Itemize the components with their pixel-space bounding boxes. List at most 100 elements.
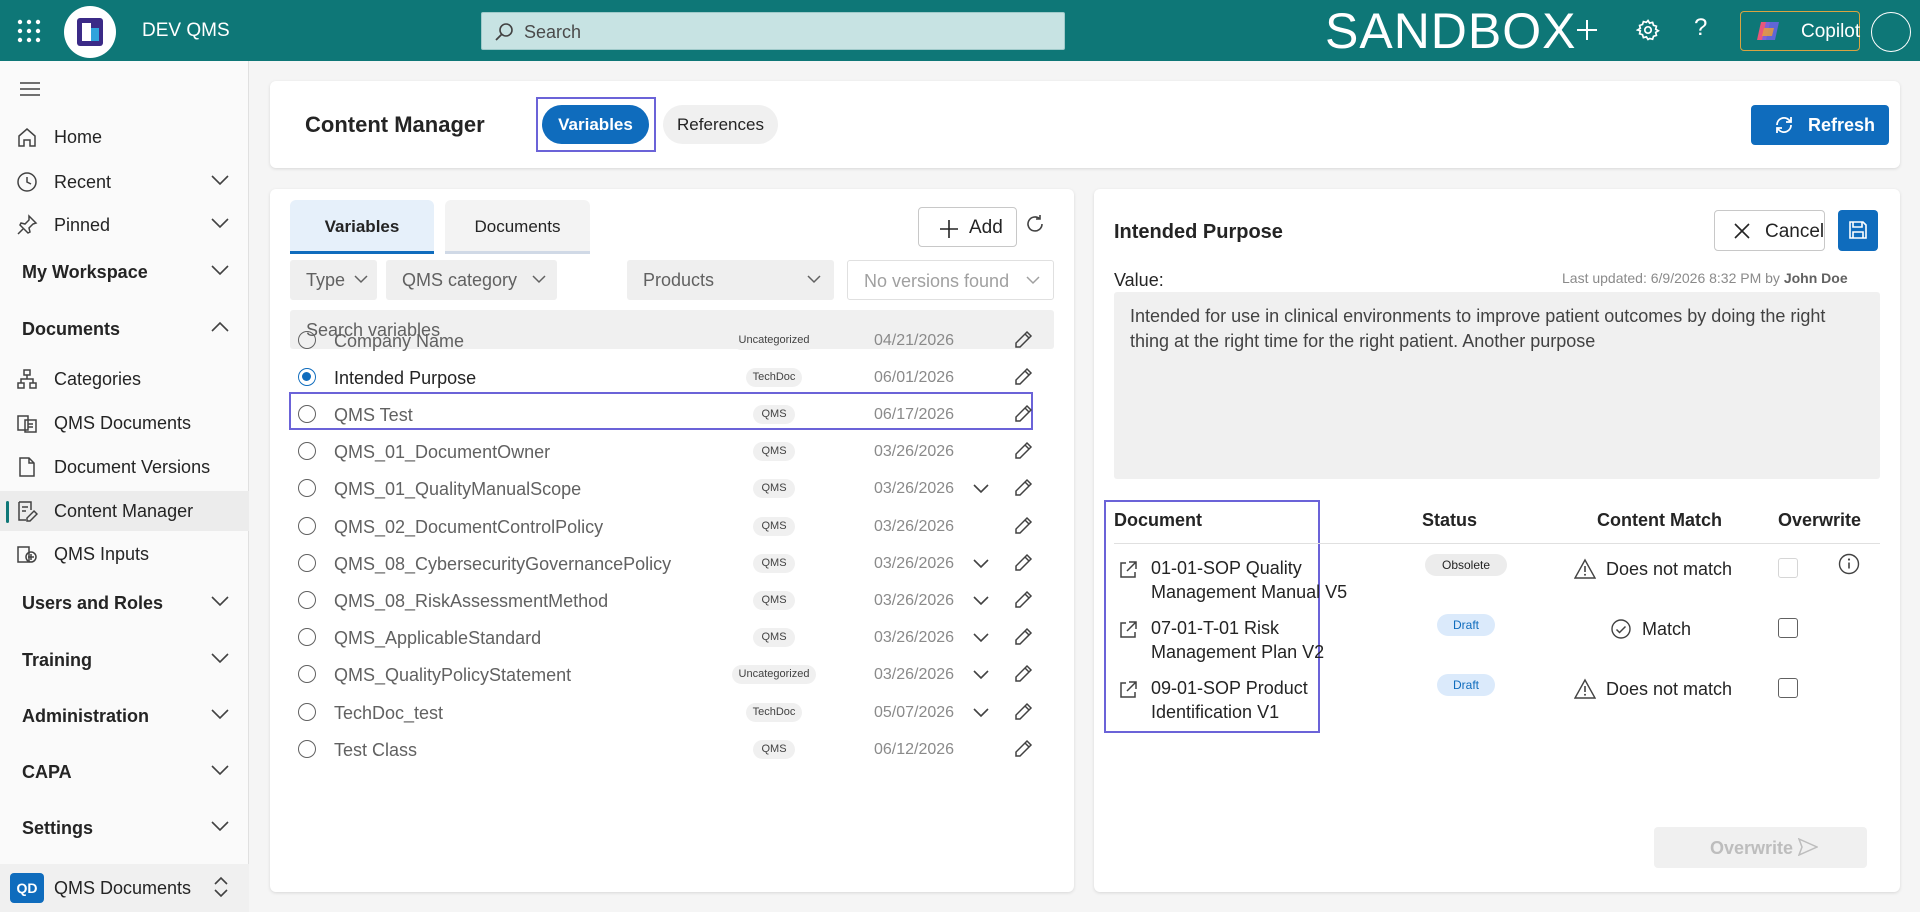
chevron-down-icon[interactable] bbox=[973, 631, 989, 643]
tab-references[interactable]: References bbox=[663, 105, 778, 144]
table-row[interactable]: Test Class QMS 06/12/2026 bbox=[290, 731, 1050, 768]
sidebar-item-qms-documents[interactable]: QMS Documents bbox=[0, 403, 249, 443]
row-radio[interactable] bbox=[298, 442, 316, 460]
table-row[interactable]: QMS_08_CybersecurityGovernancePolicy QMS 0… bbox=[290, 545, 1050, 582]
save-button[interactable] bbox=[1838, 210, 1878, 251]
chevron-down-icon[interactable] bbox=[973, 594, 989, 606]
chevron-down-icon[interactable] bbox=[973, 668, 989, 680]
chevron-down-icon[interactable] bbox=[973, 557, 989, 569]
sidebar-section-training[interactable]: Training bbox=[0, 640, 249, 680]
hamburger-menu-icon[interactable] bbox=[20, 81, 42, 97]
row-radio[interactable] bbox=[298, 479, 316, 497]
warning-icon bbox=[1574, 678, 1596, 699]
reload-icon[interactable] bbox=[1024, 213, 1046, 235]
versions-filter[interactable]: No versions found bbox=[847, 260, 1054, 300]
edit-icon[interactable] bbox=[1013, 478, 1033, 498]
row-radio[interactable] bbox=[298, 665, 316, 683]
sidebar-section-capa[interactable]: CAPA bbox=[0, 752, 249, 792]
open-link-icon[interactable] bbox=[1118, 620, 1138, 640]
tab-variables-list[interactable]: Variables bbox=[290, 200, 434, 254]
chevron-down-icon[interactable] bbox=[973, 706, 989, 718]
edit-icon[interactable] bbox=[1013, 664, 1033, 684]
edit-icon[interactable] bbox=[1013, 367, 1033, 387]
table-row[interactable]: QMS_ApplicableStandard QMS 03/26/2026 bbox=[290, 619, 1050, 656]
value-textarea[interactable]: Intended for use in clinical environment… bbox=[1114, 292, 1880, 479]
document-link[interactable]: 09-01-SOP Product Identification V1 bbox=[1151, 676, 1308, 724]
overwrite-checkbox[interactable] bbox=[1778, 558, 1798, 578]
table-row[interactable]: Intended Purpose TechDoc 06/01/2026 bbox=[290, 359, 1050, 396]
table-row[interactable]: Company Name Uncategorized 04/21/2026 bbox=[290, 322, 1050, 359]
row-radio[interactable] bbox=[298, 703, 316, 721]
edit-icon[interactable] bbox=[1013, 330, 1033, 350]
avatar[interactable] bbox=[1871, 12, 1911, 52]
app-logo[interactable] bbox=[64, 6, 116, 58]
table-row[interactable]: TechDoc_test TechDoc 05/07/2026 bbox=[290, 694, 1050, 731]
edit-icon[interactable] bbox=[1013, 702, 1033, 722]
row-radio[interactable] bbox=[298, 368, 316, 386]
sidebar-section-my-workspace[interactable]: My Workspace bbox=[0, 252, 249, 292]
open-link-icon[interactable] bbox=[1118, 680, 1138, 700]
sidebar-section-documents[interactable]: Documents bbox=[0, 309, 249, 349]
app-launcher-icon[interactable] bbox=[16, 18, 42, 44]
sidebar-item-categories[interactable]: Categories bbox=[0, 359, 249, 399]
sidebar-section-settings[interactable]: Settings bbox=[0, 808, 249, 848]
workspace-switcher[interactable]: QD QMS Documents bbox=[0, 864, 249, 912]
qms-category-filter[interactable]: QMS category bbox=[386, 260, 557, 300]
table-row[interactable]: QMS_01_DocumentOwner QMS 03/26/2026 bbox=[290, 433, 1050, 470]
document-link[interactable]: 01-01-SOP Quality Management Manual V5 bbox=[1151, 556, 1347, 604]
table-row[interactable]: QMS_01_QualityManualScope QMS 03/26/2026 bbox=[290, 470, 1050, 507]
sidebar-item-home[interactable]: Home bbox=[0, 117, 249, 157]
cancel-button[interactable]: Cancel bbox=[1714, 210, 1825, 251]
refresh-button[interactable]: Refresh bbox=[1751, 105, 1889, 145]
table-row[interactable]: QMS_QualityPolicyStatement Uncategorized 0… bbox=[290, 656, 1050, 693]
edit-icon[interactable] bbox=[1013, 441, 1033, 461]
gear-icon[interactable] bbox=[1636, 18, 1660, 42]
document-row: 07-01-T-01 Risk Management Plan V2 Draft Ma… bbox=[1114, 614, 1880, 672]
edit-icon[interactable] bbox=[1013, 404, 1033, 424]
row-radio[interactable] bbox=[298, 331, 316, 349]
table-row[interactable]: QMS_02_DocumentControlPolicy QMS 03/26/202… bbox=[290, 508, 1050, 545]
edit-icon[interactable] bbox=[1013, 627, 1033, 647]
row-radio[interactable] bbox=[298, 740, 316, 758]
overwrite-checkbox[interactable] bbox=[1778, 618, 1798, 638]
sidebar-item-recent[interactable]: Recent bbox=[0, 162, 249, 202]
info-icon[interactable] bbox=[1838, 553, 1860, 575]
row-radio[interactable] bbox=[298, 628, 316, 646]
sidebar-item-qms-inputs[interactable]: QMS Inputs bbox=[0, 534, 249, 574]
divider bbox=[1114, 543, 1880, 544]
updated-date: 03/26/2026 bbox=[874, 555, 955, 572]
add-variable-button[interactable]: Add bbox=[918, 207, 1017, 247]
products-filter[interactable]: Products bbox=[627, 260, 834, 300]
variable-name: Intended Purpose bbox=[334, 368, 477, 388]
row-radio[interactable] bbox=[298, 517, 316, 535]
add-icon[interactable] bbox=[1574, 17, 1600, 43]
chevron-down-icon bbox=[1026, 276, 1040, 285]
edit-icon[interactable] bbox=[1013, 739, 1033, 759]
chevron-down-icon[interactable] bbox=[973, 482, 989, 494]
open-link-icon[interactable] bbox=[1118, 560, 1138, 580]
sidebar-section-users-and-roles[interactable]: Users and Roles bbox=[0, 583, 249, 623]
document-link[interactable]: 07-01-T-01 Risk Management Plan V2 bbox=[1151, 616, 1324, 664]
global-search-input[interactable]: Search bbox=[481, 12, 1065, 50]
edit-icon[interactable] bbox=[1013, 553, 1033, 573]
sidebar-item-document-versions[interactable]: Document Versions bbox=[0, 447, 249, 487]
row-radio[interactable] bbox=[298, 554, 316, 572]
sidebar-item-pinned[interactable]: Pinned bbox=[0, 205, 249, 245]
row-radio[interactable] bbox=[298, 591, 316, 609]
edit-icon[interactable] bbox=[1013, 590, 1033, 610]
edit-icon[interactable] bbox=[1013, 516, 1033, 536]
table-row[interactable]: QMS Test QMS 06/17/2026 bbox=[290, 396, 1050, 433]
row-radio[interactable] bbox=[298, 405, 316, 423]
overwrite-checkbox[interactable] bbox=[1778, 678, 1798, 698]
sidebar-item-content-manager[interactable]: Content Manager bbox=[0, 491, 249, 531]
overwrite-button[interactable]: Overwrite bbox=[1654, 827, 1867, 868]
type-filter[interactable]: Type bbox=[290, 260, 377, 300]
help-icon[interactable]: ? bbox=[1694, 14, 1707, 42]
tab-documents-list[interactable]: Documents bbox=[445, 200, 590, 254]
tab-variables[interactable]: Variables bbox=[542, 105, 649, 144]
copilot-button[interactable]: Copilot bbox=[1740, 11, 1860, 51]
value-label: Value: bbox=[1114, 270, 1164, 290]
table-row[interactable]: QMS_08_RiskAssessmentMethod QMS 03/26/2026 bbox=[290, 582, 1050, 619]
document-row: 01-01-SOP Quality Management Manual V5 Obs… bbox=[1114, 554, 1880, 612]
sidebar-section-administration[interactable]: Administration bbox=[0, 696, 249, 736]
